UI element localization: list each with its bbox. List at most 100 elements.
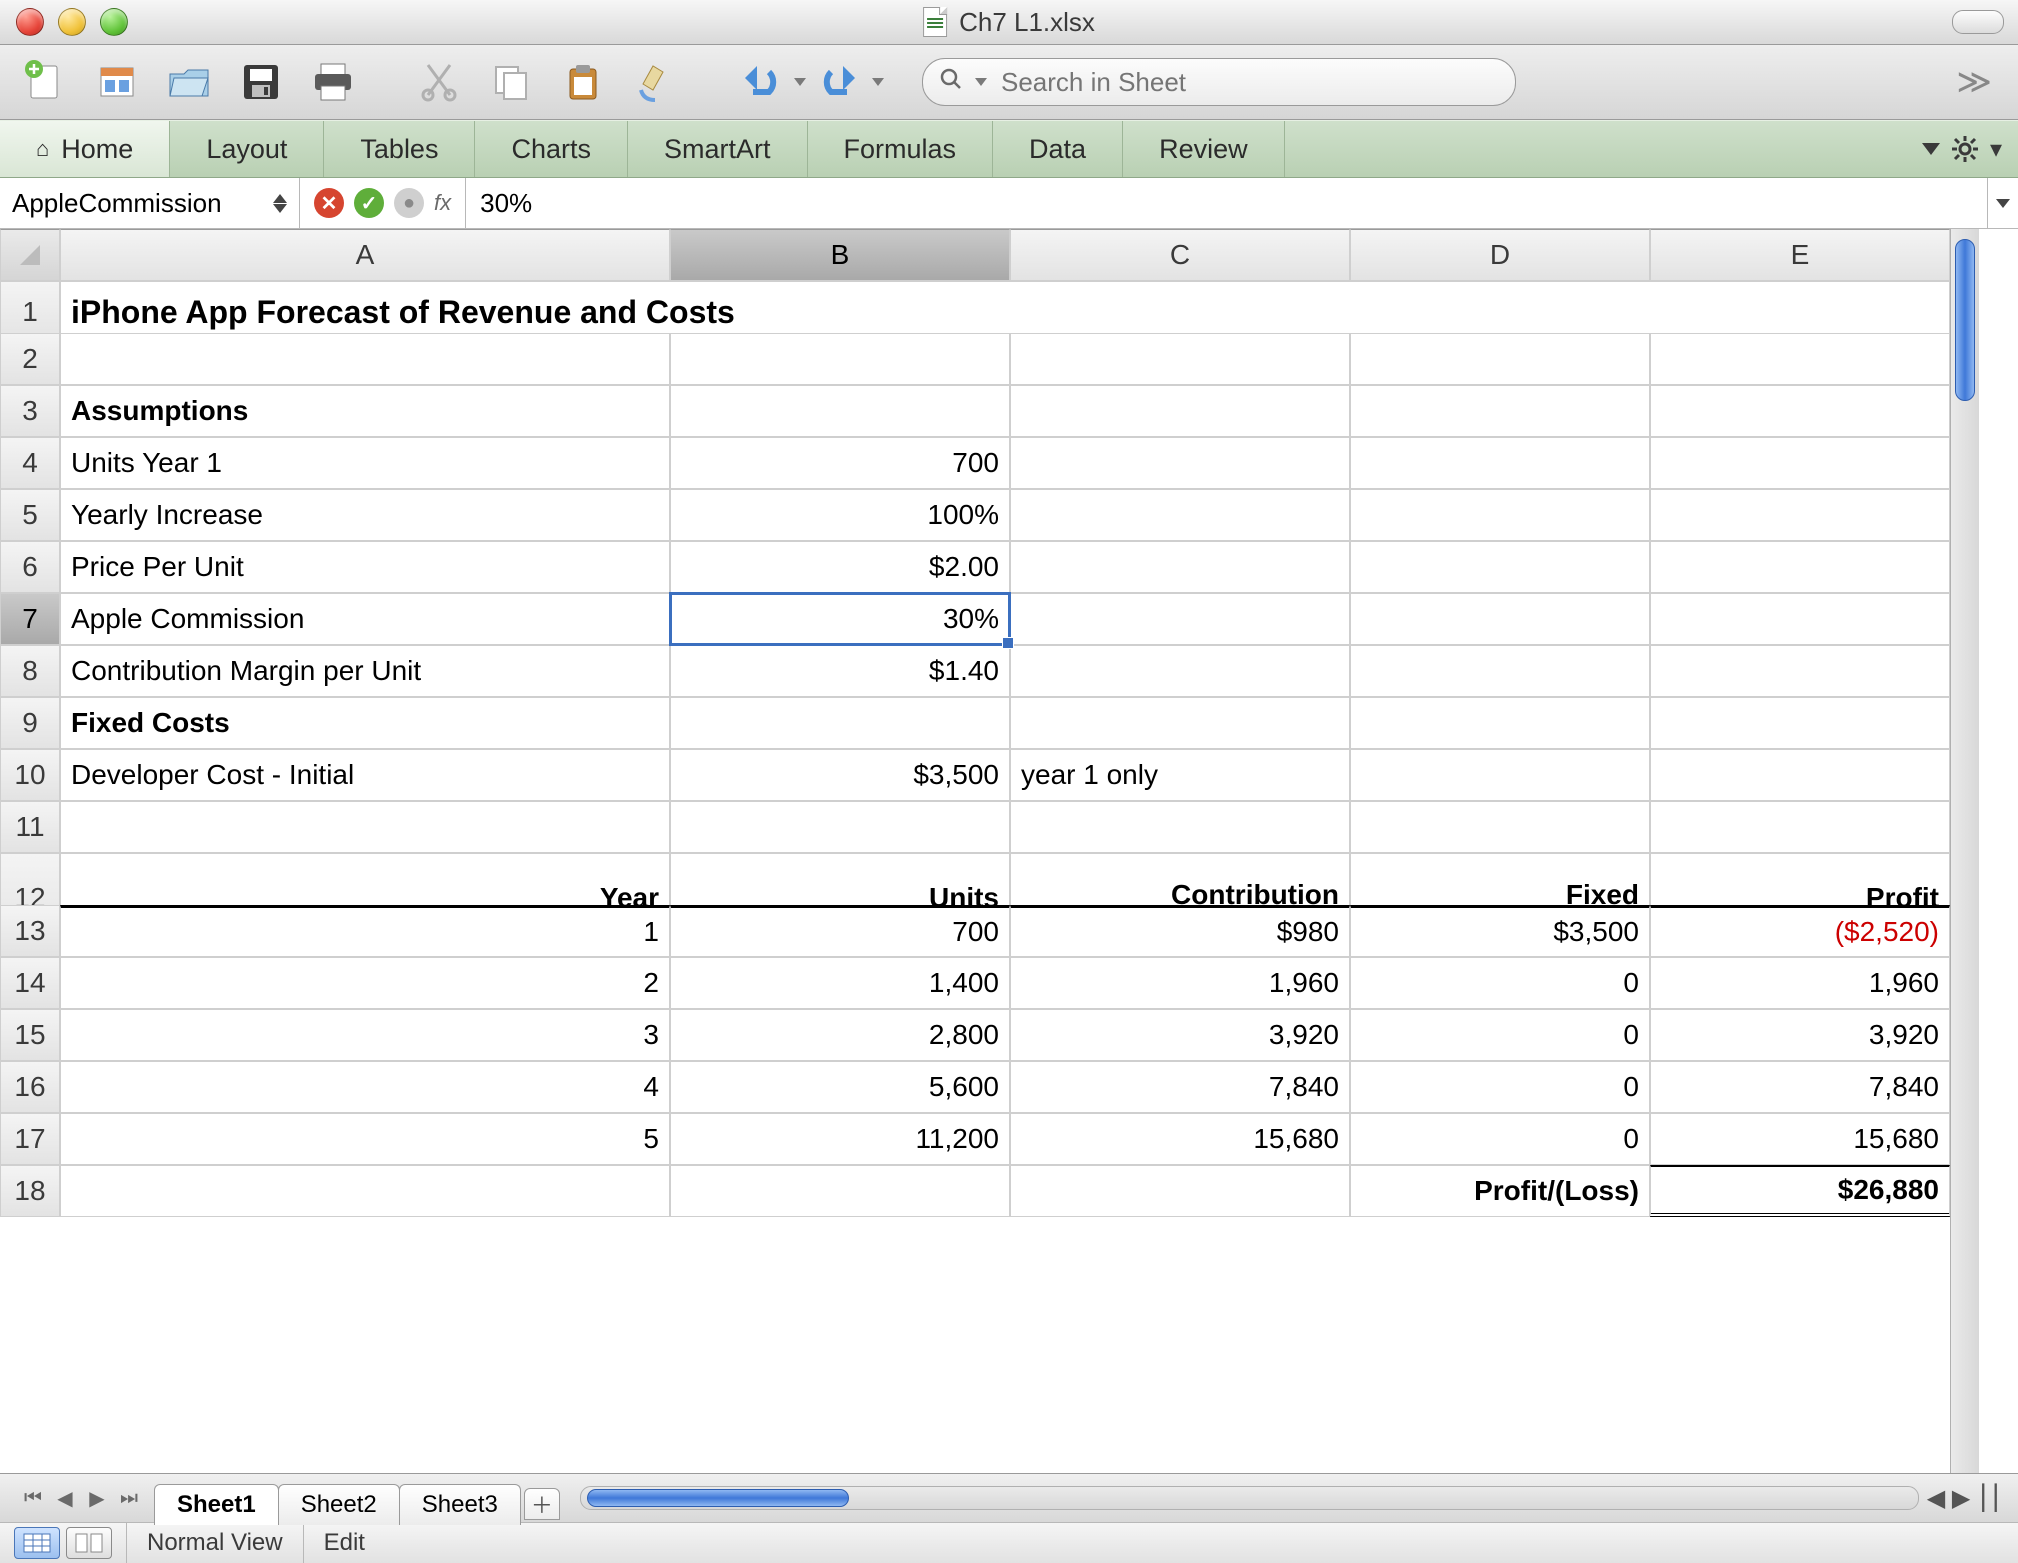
ribbon-tab-smartart[interactable]: SmartArt [628,121,808,177]
ribbon-tab-tables[interactable]: Tables [324,121,475,177]
formula-bar-expand-icon[interactable] [1987,178,2018,228]
sheet-nav-first-icon[interactable]: ⏮ [18,1483,48,1513]
cell-b8[interactable]: $1.40 [670,645,1010,697]
row-header-2[interactable]: 2 [0,333,60,385]
add-sheet-button[interactable]: ＋ [524,1488,560,1520]
row-header-10[interactable]: 10 [0,749,60,801]
normal-view-button[interactable] [14,1527,60,1559]
row-header-14[interactable]: 14 [0,957,60,1009]
cancel-edit-button[interactable]: ✕ [314,188,344,218]
cell-b16[interactable]: 5,600 [670,1061,1010,1113]
row-header-17[interactable]: 17 [0,1113,60,1165]
cell-a2[interactable] [60,333,670,385]
cell-e14[interactable]: 1,960 [1650,957,1950,1009]
cell-d13[interactable]: $3,500 [1350,905,1650,957]
cell-d15[interactable]: 0 [1350,1009,1650,1061]
sheet-search[interactable] [922,58,1516,106]
cell-d4[interactable] [1350,437,1650,489]
row-header-6[interactable]: 6 [0,541,60,593]
column-header-e[interactable]: E [1650,229,1950,281]
ribbon-collapse-icon[interactable] [1922,143,1940,155]
cell-a8[interactable]: Contribution Margin per Unit [60,645,670,697]
cell-d17[interactable]: 0 [1350,1113,1650,1165]
cell-d8[interactable] [1350,645,1650,697]
ribbon-tab-data[interactable]: Data [993,121,1123,177]
paste-button[interactable] [554,57,612,107]
cell-c16[interactable]: 7,840 [1010,1061,1350,1113]
cell-d16[interactable]: 0 [1350,1061,1650,1113]
save-button[interactable] [232,57,290,107]
cell-c14[interactable]: 1,960 [1010,957,1350,1009]
cell-e15[interactable]: 3,920 [1650,1009,1950,1061]
select-all-corner[interactable] [0,229,60,281]
row-header-8[interactable]: 8 [0,645,60,697]
cell-b7-active[interactable]: 30% [670,593,1010,645]
sheet-nav-last-icon[interactable]: ⏭ [114,1483,144,1513]
cell-a10[interactable]: Developer Cost - Initial [60,749,670,801]
cell-b13[interactable]: 700 [670,905,1010,957]
horizontal-scroll-thumb[interactable] [587,1489,849,1507]
cell-c17[interactable]: 15,680 [1010,1113,1350,1165]
cell-e16[interactable]: 7,840 [1650,1061,1950,1113]
redo-dropdown-icon[interactable] [872,78,884,86]
cell-b6[interactable]: $2.00 [670,541,1010,593]
sheet-tab-3[interactable]: Sheet3 [399,1484,521,1525]
cell-d3[interactable] [1350,385,1650,437]
cell-c5[interactable] [1010,489,1350,541]
cell-b2[interactable] [670,333,1010,385]
cell-e8[interactable] [1650,645,1950,697]
cell-a18[interactable] [60,1165,670,1217]
cell-b4[interactable]: 700 [670,437,1010,489]
minimize-window-button[interactable] [58,8,86,36]
cell-b3[interactable] [670,385,1010,437]
cell-b10[interactable]: $3,500 [670,749,1010,801]
cell-b17[interactable]: 11,200 [670,1113,1010,1165]
cell-a5[interactable]: Yearly Increase [60,489,670,541]
zoom-window-button[interactable] [100,8,128,36]
row-header-4[interactable]: 4 [0,437,60,489]
cell-d7[interactable] [1350,593,1650,645]
open-folder-button[interactable] [160,57,218,107]
cell-d9[interactable] [1350,697,1650,749]
cell-d11[interactable] [1350,801,1650,853]
column-header-b[interactable]: B [670,229,1010,281]
cell-e5[interactable] [1650,489,1950,541]
ribbon-tab-review[interactable]: Review [1123,121,1285,177]
print-button[interactable] [304,57,362,107]
toolbar-toggle-button[interactable] [1952,10,2004,34]
cell-e11[interactable] [1650,801,1950,853]
sheet-nav-prev-icon[interactable]: ◀ [50,1483,80,1513]
name-box[interactable]: AppleCommission [0,178,300,228]
row-header-15[interactable]: 15 [0,1009,60,1061]
row-header-16[interactable]: 16 [0,1061,60,1113]
cell-c11[interactable] [1010,801,1350,853]
vertical-scroll-thumb[interactable] [1955,239,1975,401]
cell-c2[interactable] [1010,333,1350,385]
toolbar-overflow-icon[interactable]: ≫ [1956,62,2002,102]
cell-d10[interactable] [1350,749,1650,801]
format-painter-button[interactable] [626,57,684,107]
sheet-tab-1[interactable]: Sheet1 [154,1484,279,1525]
cell-e2[interactable] [1650,333,1950,385]
row-header-18[interactable]: 18 [0,1165,60,1217]
hscroll-arrows[interactable]: ◀ ▶ ⎮⎮ [1927,1484,2002,1513]
open-button[interactable] [88,57,146,107]
ribbon-tab-charts[interactable]: Charts [475,121,628,177]
name-box-stepper[interactable] [273,194,287,213]
cell-b5[interactable]: 100% [670,489,1010,541]
copy-button[interactable] [482,57,540,107]
cell-grid[interactable]: A B C D E 1 iPhone App Forecast of Reven… [0,229,1950,1473]
cell-d14[interactable]: 0 [1350,957,1650,1009]
ribbon-tab-formulas[interactable]: Formulas [808,121,994,177]
cell-c10[interactable]: year 1 only [1010,749,1350,801]
cell-a14[interactable]: 2 [60,957,670,1009]
column-header-d[interactable]: D [1350,229,1650,281]
cell-c13[interactable]: $980 [1010,905,1350,957]
cell-a7[interactable]: Apple Commission [60,593,670,645]
cell-a16[interactable]: 4 [60,1061,670,1113]
undo-dropdown-icon[interactable] [794,78,806,86]
row-header-9[interactable]: 9 [0,697,60,749]
row-header-13[interactable]: 13 [0,905,60,957]
cell-a9[interactable]: Fixed Costs [60,697,670,749]
ribbon-tab-layout[interactable]: Layout [170,121,324,177]
